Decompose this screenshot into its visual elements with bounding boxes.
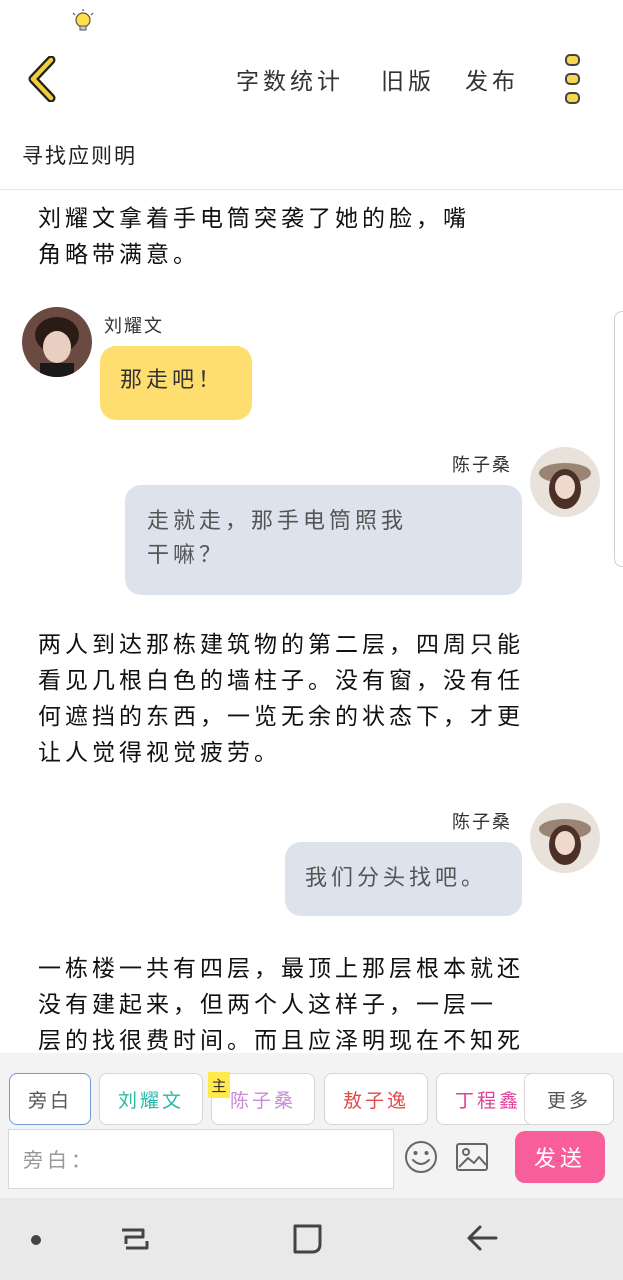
more-characters-button[interactable]: 更多: [524, 1073, 614, 1125]
narration-line: 刘耀文拿着手电筒突袭了她的脸，嘴: [38, 206, 470, 232]
narration-line: 何遮挡的东西，一览无余的状态下，才更: [38, 704, 524, 730]
avatar-image: [530, 803, 600, 873]
dialogue-bubble[interactable]: 我们分头找吧。: [285, 842, 522, 916]
narration-block[interactable]: 一栋楼一共有四层，最顶上那层根本就还 没有建起来，但两个人这样子，一层一 层的找…: [38, 951, 524, 1053]
dialogue-text: 我们分头找吧。: [305, 866, 488, 891]
main-character-badge: 主: [208, 1072, 230, 1098]
narration-line: 没有建起来，但两个人这样子，一层一: [38, 992, 497, 1018]
avatar[interactable]: [22, 307, 92, 377]
message-input[interactable]: [9, 1130, 395, 1190]
narration-line: 让人觉得视觉疲劳。: [38, 740, 281, 766]
character-tab-label: 旁白: [27, 1089, 72, 1112]
narration-line: 一栋楼一共有四层，最顶上那层根本就还: [38, 956, 524, 982]
back-button[interactable]: [20, 54, 64, 104]
top-toolbar: 字数统计 旧版 发布: [0, 40, 623, 120]
image-icon[interactable]: [455, 1139, 489, 1175]
old-version-button[interactable]: 旧版: [381, 62, 435, 96]
more-vertical-icon[interactable]: [558, 52, 588, 108]
character-tab-label: 刘耀文: [117, 1089, 184, 1112]
character-tab-liu-yaowen[interactable]: 刘耀文: [99, 1073, 203, 1125]
narration-block[interactable]: 两人到达那栋建筑物的第二层，四周只能 看见几根白色的墙柱子。没有窗，没有任 何遮…: [38, 627, 524, 771]
story-content[interactable]: 刘耀文拿着手电筒突袭了她的脸，嘴 角略带满意。 刘耀文 那走吧！ 陈子桑 走就走…: [0, 191, 623, 1053]
avatar-image: [22, 307, 92, 377]
smiley-icon[interactable]: [403, 1139, 439, 1175]
home-icon[interactable]: [283, 1214, 333, 1264]
lightbulb-icon: [72, 9, 94, 31]
publish-button[interactable]: 发布: [465, 62, 519, 96]
character-tab-label: 陈子桑: [229, 1089, 296, 1112]
character-tab-label: 丁程鑫: [454, 1089, 521, 1112]
dot-indicator-icon: [31, 1235, 41, 1245]
story-title[interactable]: 寻找应则明: [22, 140, 137, 170]
avatar-image: [530, 447, 600, 517]
avatar[interactable]: [530, 447, 600, 517]
avatar[interactable]: [530, 803, 600, 873]
side-pull-handle[interactable]: [614, 311, 623, 567]
send-button[interactable]: 发送: [515, 1131, 605, 1183]
recent-apps-icon[interactable]: [110, 1214, 160, 1264]
speaker-name: 陈子桑: [452, 812, 512, 833]
message-input-box: [8, 1129, 395, 1190]
character-tab-label: 敖子逸: [342, 1089, 409, 1112]
system-nav-bar: [0, 1198, 623, 1280]
dialogue-bubble[interactable]: 走就走，那手电筒照我 干嘛？: [125, 485, 522, 595]
speaker-name: 刘耀文: [104, 316, 164, 337]
speaker-name: 陈子桑: [452, 455, 512, 476]
narration-line: 两人到达那栋建筑物的第二层，四周只能: [38, 632, 524, 658]
narration-line: 层的找很费时间。而且应泽明现在不知死: [38, 1028, 524, 1053]
character-tab-ao-ziyi[interactable]: 敖子逸: [324, 1073, 428, 1125]
dialogue-text: 那走吧！: [120, 368, 225, 393]
back-arrow-icon[interactable]: [458, 1214, 508, 1264]
dialogue-bubble[interactable]: 那走吧！: [100, 346, 252, 420]
character-tab-label: 更多: [546, 1089, 591, 1112]
dialogue-text: 干嘛？: [147, 543, 226, 568]
status-bar: [0, 0, 623, 40]
character-tab-narrator[interactable]: 旁白: [9, 1073, 91, 1125]
narration-line: 看见几根白色的墙柱子。没有窗，没有任: [38, 668, 524, 694]
story-title-row: 寻找应则明: [0, 120, 623, 190]
character-bar: 旁白 刘耀文 陈子桑 主 敖子逸 丁程鑫 更多 发送: [0, 1053, 623, 1198]
chevron-left-icon: [28, 56, 56, 102]
narration-line: 角略带满意。: [38, 242, 200, 268]
word-count-button[interactable]: 字数统计: [236, 62, 344, 96]
narration-block[interactable]: 刘耀文拿着手电筒突袭了她的脸，嘴 角略带满意。: [38, 201, 470, 273]
dialogue-text: 走就走，那手电筒照我: [147, 509, 408, 534]
